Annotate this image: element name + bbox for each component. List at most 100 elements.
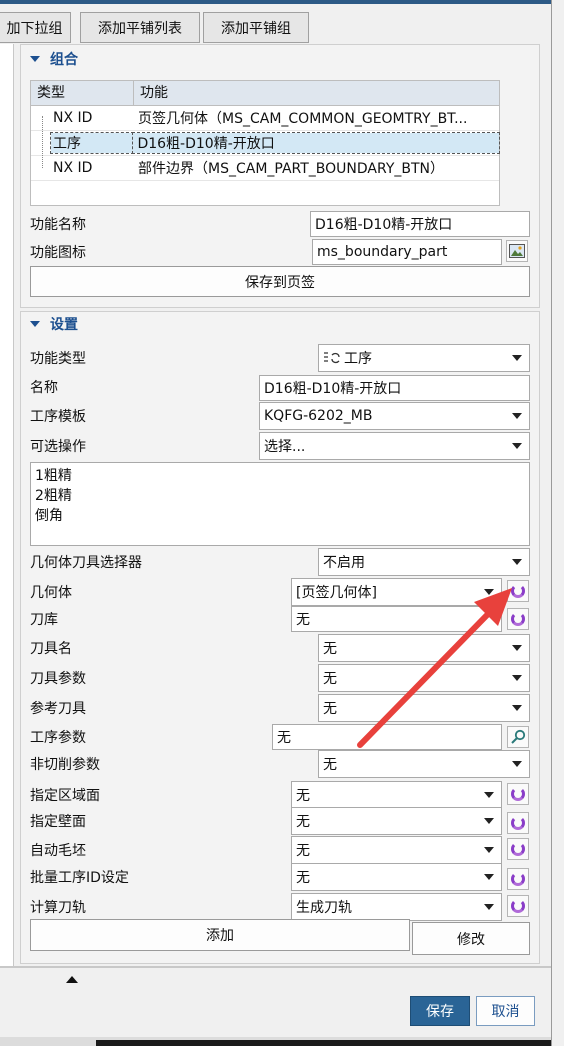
refresh-icon [511, 816, 525, 830]
name-field[interactable]: D16粗-D10精-开放口 [259, 375, 530, 401]
tab-label: 加下拉组 [6, 20, 63, 37]
chevron-down-icon [512, 443, 522, 449]
save-button-label: 保存 [426, 1004, 454, 1020]
chevron-down-icon [484, 818, 494, 824]
compute-path-dropdown[interactable]: 生成刀轨 [291, 893, 502, 921]
row-type: NX ID [53, 160, 93, 176]
template-label: 工序模板 [30, 409, 86, 425]
image-picker-button[interactable] [506, 240, 528, 262]
operation-line: 倒角 [35, 508, 63, 524]
refresh-icon [511, 872, 525, 886]
tool-name-value: 无 [323, 641, 337, 657]
annotation-arrow-icon [357, 588, 512, 748]
refresh-icon [511, 899, 525, 913]
window-right-edge [551, 0, 564, 1046]
save-button[interactable]: 保存 [410, 996, 470, 1026]
save-to-tab-label: 保存到页签 [245, 274, 315, 291]
batch-id-label: 批量工序ID设定 [30, 870, 129, 886]
cancel-button[interactable]: 取消 [476, 996, 535, 1026]
function-name-field[interactable]: D16粗-D10精-开放口 [310, 211, 530, 237]
func-type-label: 功能类型 [30, 351, 86, 367]
table-row[interactable]: NX ID 页签几何体（MS_CAM_COMMON_GEOMTRY_BT... [31, 106, 499, 131]
tab-label: 添加平铺列表 [98, 20, 182, 37]
auto-blank-label: 自动毛坯 [30, 843, 86, 859]
wall-value: 无 [296, 814, 310, 830]
grid-header: 类型 功能 [31, 81, 499, 106]
function-icon-label: 功能图标 [30, 245, 86, 261]
tool-lib-label: 刀库 [30, 612, 58, 628]
row-type: NX ID [53, 110, 93, 126]
compute-path-refresh-button[interactable] [507, 895, 529, 917]
noncut-params-label: 非切削参数 [30, 757, 100, 773]
table-row[interactable]: NX ID 部件边界（MS_CAM_PART_BOUNDARY_BTN） [31, 156, 499, 181]
group-section-header[interactable]: 组合 [30, 46, 230, 72]
tree-connector [42, 116, 43, 168]
chevron-down-icon [484, 792, 494, 798]
name-label: 名称 [30, 380, 58, 396]
chevron-down-icon [484, 874, 494, 880]
operations-textarea[interactable]: 1粗精 2粗精 倒角 [30, 462, 530, 546]
compute-path-value: 生成刀轨 [296, 900, 352, 916]
wall-label: 指定壁面 [30, 814, 86, 830]
chevron-down-icon [512, 761, 522, 767]
tab-label: 添加平铺组 [221, 20, 291, 37]
modify-button[interactable]: 修改 [412, 922, 530, 955]
area-label: 指定区域面 [30, 788, 100, 804]
area-dropdown[interactable]: 无 [291, 781, 502, 809]
chevron-up-icon[interactable] [66, 976, 78, 983]
chevron-down-icon [512, 413, 522, 419]
row-function: D16粗-D10精-开放口 [132, 132, 500, 154]
wall-refresh-button[interactable] [507, 812, 529, 834]
add-button[interactable]: 添加 [30, 919, 410, 951]
function-name-label: 功能名称 [30, 217, 86, 233]
auto-blank-value: 无 [296, 843, 310, 859]
function-icon-field[interactable]: ms_boundary_part [312, 239, 502, 265]
group-grid[interactable]: 类型 功能 NX ID 页签几何体（MS_CAM_COMMON_GEOMTRY_… [30, 80, 500, 206]
save-to-tab-button[interactable]: 保存到页签 [30, 266, 530, 297]
group-section-title: 组合 [50, 52, 78, 68]
row-function: 页签几何体（MS_CAM_COMMON_GEOMTRY_BT... [138, 111, 468, 127]
batch-id-refresh-button[interactable] [507, 868, 529, 890]
tab-add-dropdown-group[interactable]: 加下拉组 [0, 12, 71, 43]
operation-line: 2粗精 [35, 488, 72, 504]
func-type-dropdown[interactable]: 工序 [318, 344, 530, 372]
divider [0, 966, 551, 968]
table-row-selected[interactable]: 工序 D16粗-D10精-开放口 [31, 131, 500, 156]
background-viewport [96, 1040, 551, 1046]
modify-button-label: 修改 [457, 931, 485, 948]
area-refresh-button[interactable] [507, 783, 529, 805]
compute-path-label: 计算刀轨 [30, 900, 86, 916]
refresh-icon [511, 787, 525, 801]
settings-section-header[interactable]: 设置 [30, 311, 230, 337]
wall-dropdown[interactable]: 无 [291, 807, 502, 835]
row-function: 部件边界（MS_CAM_PART_BOUNDARY_BTN） [138, 161, 445, 177]
tool-name-label: 刀具名 [30, 641, 72, 657]
chevron-down-icon [484, 904, 494, 910]
chevron-down-icon [512, 559, 522, 565]
optional-ops-dropdown[interactable]: 选择... [259, 432, 530, 460]
geom-selector-value: 不启用 [323, 555, 365, 571]
operation-icon [324, 352, 340, 364]
tab-add-tiled-list[interactable]: 添加平铺列表 [80, 12, 200, 43]
row-type: 工序 [49, 132, 135, 154]
collapse-triangle-icon[interactable] [30, 321, 40, 327]
auto-blank-dropdown[interactable]: 无 [291, 836, 502, 864]
column-header-function[interactable]: 功能 [134, 81, 168, 105]
template-value: KQFG-6202_MB [264, 408, 373, 424]
tab-add-tiled-group[interactable]: 添加平铺组 [203, 12, 309, 43]
image-icon [509, 244, 525, 258]
column-header-type[interactable]: 类型 [31, 81, 134, 105]
batch-id-value: 无 [296, 870, 310, 886]
template-dropdown[interactable]: KQFG-6202_MB [259, 402, 530, 430]
left-tree-strip [0, 44, 14, 966]
batch-id-dropdown[interactable]: 无 [291, 863, 502, 891]
geometry-label: 几何体 [30, 585, 72, 601]
settings-section-title: 设置 [50, 317, 78, 333]
collapse-triangle-icon[interactable] [30, 56, 40, 62]
ref-tool-label: 参考刀具 [30, 701, 86, 717]
func-type-value: 工序 [344, 351, 372, 367]
chevron-down-icon [512, 355, 522, 361]
auto-blank-refresh-button[interactable] [507, 838, 529, 860]
chevron-down-icon [484, 847, 494, 853]
op-params-label: 工序参数 [30, 730, 86, 746]
